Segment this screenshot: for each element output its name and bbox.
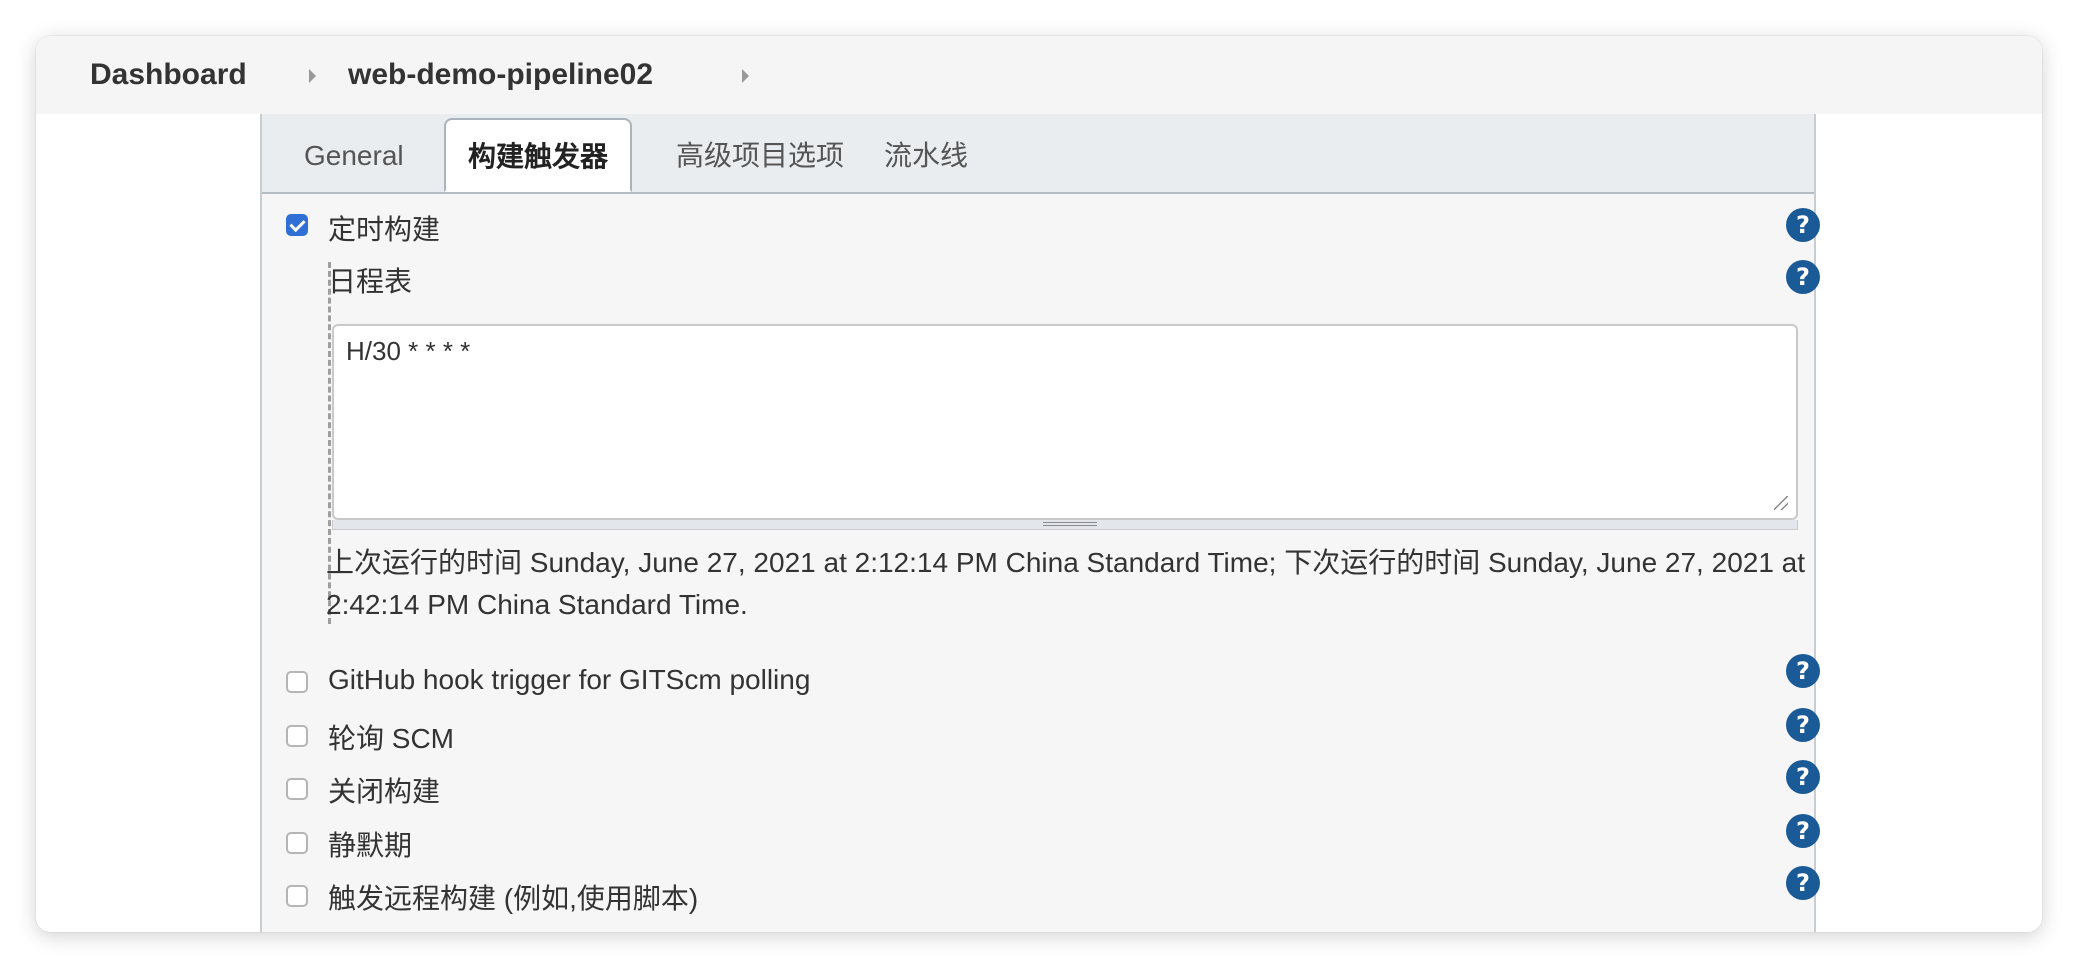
- help-icon[interactable]: ?: [1786, 866, 1820, 900]
- textarea-resize-handle[interactable]: [332, 520, 1798, 530]
- tab-bar: General 构建触发器 高级项目选项 流水线: [262, 114, 1814, 194]
- help-icon[interactable]: ?: [1786, 260, 1820, 294]
- remote-trigger-checkbox[interactable]: [286, 885, 308, 907]
- schedule-label: 日程表: [328, 266, 413, 297]
- remote-trigger-label: 触发远程构建 (例如,使用脚本): [328, 883, 699, 914]
- timed-build-label: 定时构建: [328, 214, 441, 245]
- schedule-textarea[interactable]: H/30 * * * *: [332, 324, 1798, 520]
- poll-scm-checkbox[interactable]: [286, 725, 308, 747]
- resize-corner-icon[interactable]: [1774, 496, 1788, 510]
- breadcrumb-dashboard[interactable]: Dashboard: [90, 36, 247, 114]
- disable-build-checkbox[interactable]: [286, 778, 308, 800]
- github-hook-checkbox[interactable]: [286, 671, 308, 693]
- schedule-run-info: 上次运行的时间 Sunday, June 27, 2021 at 2:12:14…: [326, 547, 1806, 620]
- github-hook-label: GitHub hook trigger for GITScm polling: [328, 664, 811, 695]
- breadcrumb-chevron-icon[interactable]: [742, 69, 749, 83]
- jenkins-window: Dashboard web-demo-pipeline02 General 构建…: [36, 36, 2042, 932]
- tab-pipeline[interactable]: 流水线: [884, 114, 968, 192]
- timed-build-checkbox[interactable]: [286, 214, 308, 236]
- disable-build-label: 关闭构建: [328, 776, 441, 807]
- breadcrumb-project[interactable]: web-demo-pipeline02: [348, 36, 653, 114]
- grip-icon: [1043, 522, 1097, 526]
- help-icon[interactable]: ?: [1786, 760, 1820, 794]
- help-icon[interactable]: ?: [1786, 654, 1820, 688]
- quiet-period-label: 静默期: [328, 830, 413, 861]
- help-icon[interactable]: ?: [1786, 708, 1820, 742]
- breadcrumb-chevron-icon[interactable]: [309, 69, 316, 83]
- config-panel: General 构建触发器 高级项目选项 流水线 定时构建 ? 日程表 ? H/…: [260, 114, 1820, 932]
- help-icon[interactable]: ?: [1786, 814, 1820, 848]
- tab-advanced-options[interactable]: 高级项目选项: [676, 114, 844, 192]
- tab-build-triggers[interactable]: 构建触发器: [444, 118, 632, 192]
- quiet-period-checkbox[interactable]: [286, 832, 308, 854]
- tab-general[interactable]: General: [304, 114, 404, 192]
- breadcrumb: Dashboard web-demo-pipeline02: [36, 36, 2042, 114]
- help-icon[interactable]: ?: [1786, 208, 1820, 242]
- poll-scm-label: 轮询 SCM: [328, 723, 455, 754]
